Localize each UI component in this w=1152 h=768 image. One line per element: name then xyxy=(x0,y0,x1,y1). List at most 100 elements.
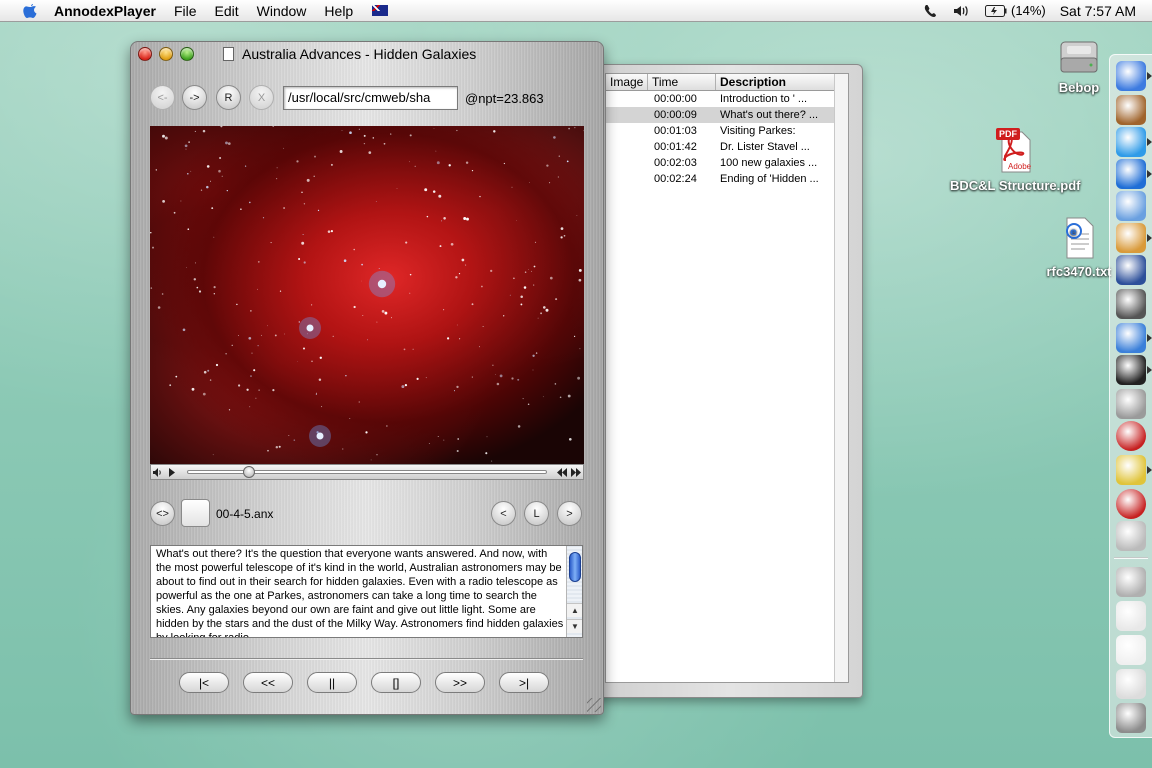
hammer-icon[interactable] xyxy=(1116,95,1146,125)
annodex-icon[interactable] xyxy=(1116,421,1146,451)
imovie-icon[interactable] xyxy=(1116,255,1146,285)
dock xyxy=(1109,54,1152,738)
clip-row[interactable]: 00:00:00 Introduction to ' ... xyxy=(606,91,848,107)
stop-button[interactable]: [] xyxy=(371,672,421,693)
stop-loading-button[interactable]: X xyxy=(249,85,274,110)
edit-menu[interactable]: Edit xyxy=(206,3,248,19)
document-icon[interactable] xyxy=(1116,601,1146,631)
step-back-icon[interactable] xyxy=(555,465,569,479)
running-indicator-icon xyxy=(1147,170,1152,178)
finder-icon[interactable] xyxy=(1116,61,1146,91)
clip-list-window: Image Time Description 00:00:00 Introduct… xyxy=(596,64,863,698)
file-name: 00-4-5.anx xyxy=(216,507,274,521)
menubar-clock[interactable]: Sat 7:57 AM xyxy=(1060,3,1136,19)
file-icon[interactable] xyxy=(1116,669,1146,699)
iphoto-icon[interactable] xyxy=(1116,223,1146,253)
clip-row[interactable]: 00:00:09 What's out there? ... xyxy=(606,107,848,123)
column-header-description[interactable]: Description xyxy=(716,74,840,90)
help-menu[interactable]: Help xyxy=(315,3,362,19)
utility-icon[interactable] xyxy=(1116,521,1146,551)
clip-thumbnail-box[interactable] xyxy=(181,499,210,527)
mail-icon[interactable] xyxy=(1116,567,1146,597)
rewind-button[interactable]: << xyxy=(243,672,293,693)
player-window: Australia Advances - Hidden Galaxies <- … xyxy=(130,41,604,715)
speaker-icon[interactable] xyxy=(151,465,165,479)
next-clip-button[interactable]: > xyxy=(557,501,582,526)
running-indicator-icon xyxy=(1147,138,1152,146)
running-indicator-icon xyxy=(1147,234,1152,242)
desktop-icon-rfc[interactable]: e rfc3470.txt xyxy=(1043,214,1115,279)
clip-row[interactable]: 00:01:42 Dr. Lister Stavel ... xyxy=(606,139,848,155)
progress-thumb[interactable] xyxy=(242,466,255,478)
clip-table: Image Time Description 00:00:00 Introduct… xyxy=(605,73,849,683)
volume-icon[interactable] xyxy=(953,4,971,18)
progress-track[interactable] xyxy=(187,470,547,474)
scroll-knob[interactable] xyxy=(569,552,581,582)
title-bar[interactable]: Australia Advances - Hidden Galaxies xyxy=(131,42,603,66)
clip-row[interactable]: 00:02:24 Ending of 'Hidden ... xyxy=(606,171,848,187)
movie-controller xyxy=(150,464,584,480)
window-icon[interactable] xyxy=(1116,635,1146,665)
ichat-icon[interactable] xyxy=(1116,127,1146,157)
clip-time-cell: 00:00:00 xyxy=(654,93,697,105)
scroll-up-arrow-icon[interactable]: ▲ xyxy=(567,603,582,617)
clip-table-scrollbar[interactable] xyxy=(834,74,848,682)
app-menu[interactable]: AnnodexPlayer xyxy=(50,3,165,19)
step-forward-icon[interactable] xyxy=(569,465,583,479)
scroll-down-arrow-icon[interactable]: ▼ xyxy=(567,619,582,633)
battery-icon[interactable] xyxy=(985,4,1007,17)
desktop-icon-label: rfc3470.txt xyxy=(1046,264,1112,279)
starfield-image xyxy=(150,126,584,462)
phone-icon[interactable] xyxy=(923,4,939,18)
description-scrollbar[interactable]: ▲ ▼ xyxy=(566,546,582,637)
go-to-start-button[interactable]: |< xyxy=(179,672,229,693)
url-field[interactable]: /usr/local/src/cmweb/sha xyxy=(283,86,458,110)
window-menu[interactable]: Window xyxy=(248,3,316,19)
file-menu[interactable]: File xyxy=(165,3,206,19)
internet-explorer-icon[interactable] xyxy=(1116,159,1146,189)
resize-grip-icon[interactable] xyxy=(587,698,601,712)
input-menu-flag-icon[interactable] xyxy=(372,5,389,16)
terminal-icon[interactable] xyxy=(1116,355,1146,385)
document-proxy-icon[interactable] xyxy=(223,47,234,61)
pause-button[interactable]: || xyxy=(307,672,357,693)
back-button[interactable]: <- xyxy=(150,85,175,110)
text-document-icon: e xyxy=(1057,214,1101,262)
zoom-button[interactable] xyxy=(180,47,194,61)
system-preferences-icon[interactable] xyxy=(1116,389,1146,419)
minimize-button[interactable] xyxy=(159,47,173,61)
clip-list-button[interactable]: L xyxy=(524,501,549,526)
desktop-icon-pdf[interactable]: PDF Adobe BDC&L Structure.pdf xyxy=(950,128,1080,193)
trash-icon[interactable] xyxy=(1116,703,1146,733)
clip-time-cell: 00:01:42 xyxy=(654,141,697,153)
clip-description-cell: Visiting Parkes: xyxy=(720,125,796,137)
pdf-badge: PDF xyxy=(996,128,1020,140)
apple-menu-icon[interactable] xyxy=(18,2,42,20)
column-header-time[interactable]: Time xyxy=(648,74,716,90)
clip-description-cell: What's out there? ... xyxy=(720,109,819,121)
close-button[interactable] xyxy=(138,47,152,61)
play-icon[interactable] xyxy=(165,465,179,479)
clip-time-cell: 00:02:24 xyxy=(654,173,697,185)
svg-text:e: e xyxy=(1070,227,1077,238)
clip-description-text[interactable]: What's out there? It's the question that… xyxy=(150,545,583,638)
previous-clip-button[interactable]: < xyxy=(491,501,516,526)
desktop-icon-bebop[interactable]: Bebop xyxy=(1052,36,1106,95)
forward-button[interactable]: -> xyxy=(182,85,207,110)
clip-row[interactable]: 00:02:03 100 new galaxies ... xyxy=(606,155,848,171)
clip-description-cell: 100 new galaxies ... xyxy=(720,157,818,169)
go-to-end-button[interactable]: >| xyxy=(499,672,549,693)
itunes-icon[interactable] xyxy=(1116,191,1146,221)
toggle-clip-list-button[interactable]: <> xyxy=(150,501,175,526)
web-icon[interactable] xyxy=(1116,455,1146,485)
fast-forward-button[interactable]: >> xyxy=(435,672,485,693)
annodex-icon-2[interactable] xyxy=(1116,489,1146,519)
sherlock-icon[interactable] xyxy=(1116,289,1146,319)
clip-rows: 00:00:00 Introduction to ' ... 00:00:09 Wha… xyxy=(606,91,848,187)
reload-button[interactable]: R xyxy=(216,85,241,110)
quicktime-icon[interactable] xyxy=(1116,323,1146,353)
clip-row[interactable]: 00:01:03 Visiting Parkes: xyxy=(606,123,848,139)
video-frame[interactable] xyxy=(150,126,584,464)
window-title: Australia Advances - Hidden Galaxies xyxy=(242,46,477,62)
column-header-image[interactable]: Image xyxy=(606,74,648,90)
